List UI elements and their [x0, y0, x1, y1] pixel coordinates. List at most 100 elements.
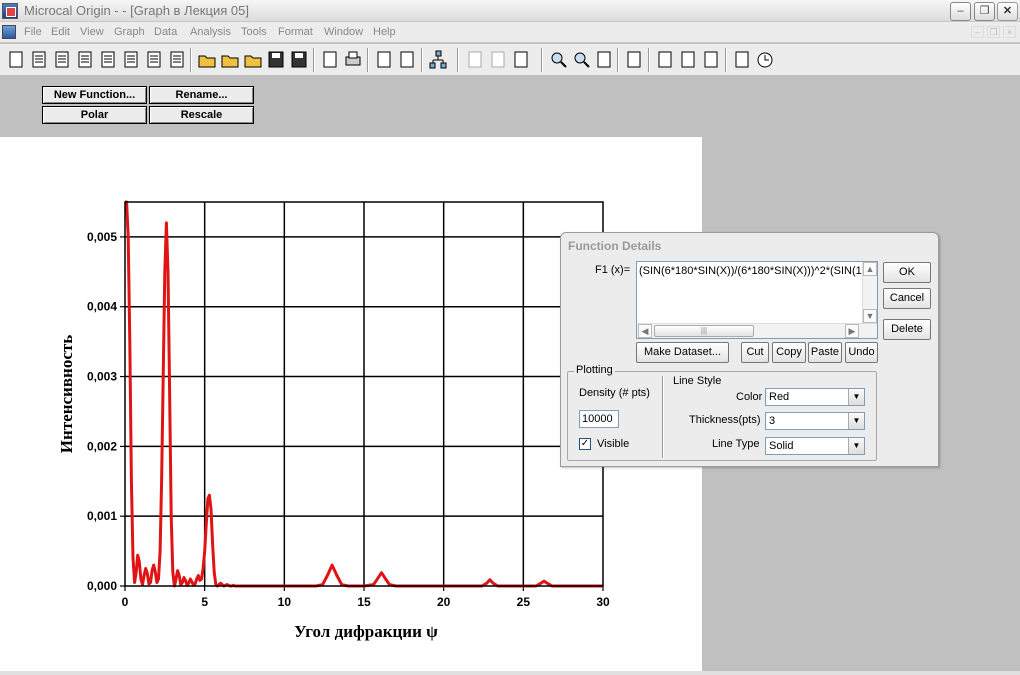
new-excel-icon[interactable] [75, 49, 95, 71]
scroll-up-arrow-icon[interactable]: ▲ [863, 262, 877, 276]
scroll-left-arrow-icon[interactable]: ◀ [638, 324, 652, 338]
cancel-button[interactable]: Cancel [883, 288, 931, 309]
toolbar-separator [190, 48, 192, 72]
scroll-thumb[interactable]: ||| [654, 325, 754, 337]
chevron-down-icon[interactable]: ▼ [848, 389, 864, 405]
chevron-down-icon[interactable]: ▼ [848, 413, 864, 429]
color-label: Color [736, 391, 763, 403]
toolbar-separator [421, 48, 423, 72]
dialog-title: Function Details [568, 239, 662, 253]
y-tick-label: 0,001 [87, 509, 117, 523]
open-excel-icon[interactable] [243, 49, 263, 71]
paste-icon[interactable] [511, 49, 531, 71]
menu-format[interactable]: Format [278, 26, 313, 38]
document-window-icon[interactable] [2, 25, 16, 39]
menu-view[interactable]: View [80, 26, 104, 38]
menu-graph[interactable]: Graph [114, 26, 145, 38]
visible-label: Visible [597, 438, 630, 450]
import-icon[interactable] [320, 49, 340, 71]
cut-button[interactable]: Cut [741, 342, 769, 363]
toolbar-separator [313, 48, 315, 72]
menu-bar: File Edit View Graph Data Analysis Tools… [0, 22, 1020, 43]
line-type-label: Line Type [712, 438, 760, 450]
new-matrix-icon[interactable] [52, 49, 72, 71]
paste-button[interactable]: Paste [808, 342, 842, 363]
mdi-restore-button[interactable]: ❐ [987, 26, 1000, 38]
formula-horizontal-scrollbar[interactable]: ◀ ||| ▶ [637, 323, 877, 338]
hierarchy-icon[interactable] [428, 49, 448, 71]
y-axis-title[interactable]: Интенсивность [57, 335, 76, 453]
new-function-icon[interactable] [121, 49, 141, 71]
menu-edit[interactable]: Edit [51, 26, 70, 38]
arrange-3-icon[interactable] [701, 49, 721, 71]
x-tick-label: 5 [201, 595, 208, 609]
thickness-select[interactable]: 3 ▼ [765, 412, 865, 430]
density-input[interactable]: 10000 [579, 410, 619, 428]
arrange-2-icon[interactable] [678, 49, 698, 71]
y-tick-label: 0,002 [87, 439, 117, 453]
plotting-legend: Plotting [574, 364, 615, 376]
formula-vertical-scrollbar[interactable]: ▲ ▼ [862, 262, 877, 324]
function-details-dialog: Function Details F1 (x)= (SIN(6*180*SIN(… [560, 232, 939, 467]
toolbar-separator [457, 48, 459, 72]
status-bar-edge [0, 671, 1020, 675]
new-graph-icon[interactable] [29, 49, 49, 71]
menu-help[interactable]: Help [373, 26, 396, 38]
copy-button[interactable]: Copy [772, 342, 806, 363]
close-button[interactable]: ✕ [997, 2, 1018, 21]
ok-button[interactable]: OK [883, 262, 931, 283]
results-log-icon[interactable] [732, 49, 752, 71]
data-reader-icon[interactable] [624, 49, 644, 71]
page-view-icon[interactable] [594, 49, 614, 71]
rescale-button[interactable]: Rescale [149, 106, 254, 124]
menu-file[interactable]: File [24, 26, 42, 38]
undo-button[interactable]: Undo [845, 342, 878, 363]
x-axis-title[interactable]: Угол дифракции ψ [294, 622, 438, 641]
copy-icon[interactable] [488, 49, 508, 71]
mdi-minimize-button[interactable]: – [971, 26, 984, 38]
edit-icon[interactable] [374, 49, 394, 71]
rename-button[interactable]: Rename... [149, 86, 254, 104]
color-select[interactable]: Red ▼ [765, 388, 865, 406]
mdi-close-button[interactable]: × [1003, 26, 1016, 38]
function-label: F1 (x)= [595, 264, 631, 276]
new-worksheet-icon[interactable] [6, 49, 26, 71]
delete-button[interactable]: Delete [883, 319, 931, 340]
plotting-divider [662, 376, 664, 458]
zoom-out-icon[interactable] [571, 49, 591, 71]
save-icon[interactable] [266, 49, 286, 71]
line-type-select[interactable]: Solid ▼ [765, 437, 865, 455]
scroll-right-arrow-icon[interactable]: ▶ [845, 324, 859, 338]
menu-tools[interactable]: Tools [241, 26, 267, 38]
x-tick-label: 10 [278, 595, 292, 609]
formula-editor[interactable]: (SIN(6*180*SIN(X))/(6*180*SIN(X)))^2*(SI… [636, 261, 878, 339]
new-template-icon[interactable] [167, 49, 187, 71]
new-notes-icon[interactable] [144, 49, 164, 71]
y-tick-label: 0,005 [87, 230, 117, 244]
menu-data[interactable]: Data [154, 26, 177, 38]
origin-app-icon[interactable] [2, 3, 18, 19]
polar-button[interactable]: Polar [42, 106, 147, 124]
zoom-in-icon[interactable] [548, 49, 568, 71]
minimize-button[interactable]: – [950, 2, 971, 21]
scroll-down-arrow-icon[interactable]: ▼ [863, 309, 877, 323]
new-layout-icon[interactable] [98, 49, 118, 71]
visible-checkbox[interactable]: ✓ [579, 438, 591, 450]
formula-text[interactable]: (SIN(6*180*SIN(X))/(6*180*SIN(X)))^2*(SI… [639, 265, 877, 277]
toolbar-separator [367, 48, 369, 72]
layers-icon[interactable] [397, 49, 417, 71]
menu-analysis[interactable]: Analysis [190, 26, 231, 38]
menu-window[interactable]: Window [324, 26, 363, 38]
print-icon[interactable] [343, 49, 363, 71]
open-icon[interactable] [197, 49, 217, 71]
chevron-down-icon[interactable]: ▼ [848, 438, 864, 454]
make-dataset-button[interactable]: Make Dataset... [636, 342, 729, 363]
restore-button[interactable]: ❐ [974, 2, 995, 21]
x-tick-label: 0 [122, 595, 129, 609]
cut-icon[interactable] [465, 49, 485, 71]
timer-icon[interactable] [755, 49, 775, 71]
save-template-icon[interactable] [289, 49, 309, 71]
arrange-1-icon[interactable] [655, 49, 675, 71]
new-function-button[interactable]: New Function... [42, 86, 147, 104]
open-template-icon[interactable] [220, 49, 240, 71]
